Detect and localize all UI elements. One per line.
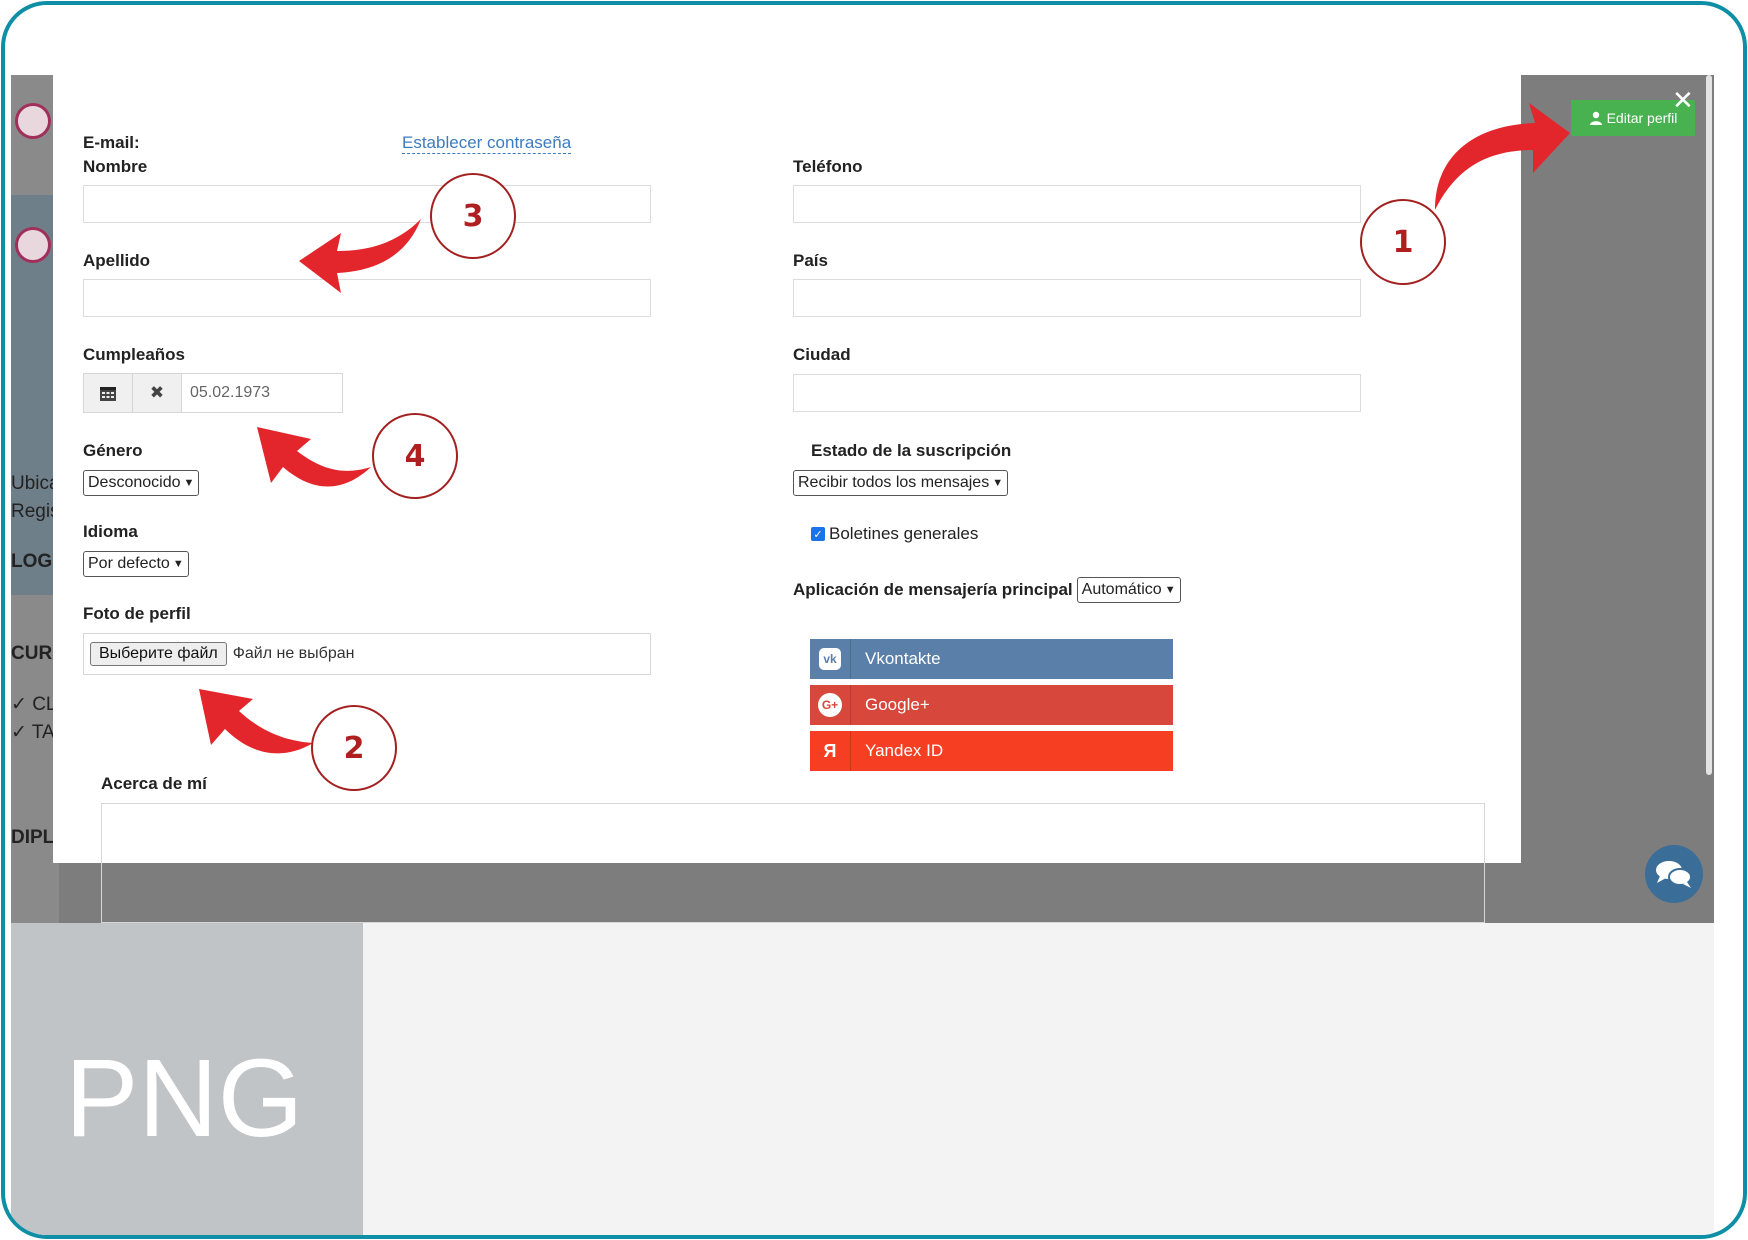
logo-icon [15, 103, 51, 139]
vk-icon: vk [810, 639, 851, 679]
idioma-select-value: Por defecto [88, 555, 170, 572]
mensajeria-label: Aplicación de mensajería principal [793, 580, 1073, 599]
annotation-arrow-icon [299, 219, 421, 293]
foto-label: Foto de perfil [83, 604, 191, 623]
chevron-down-icon: ▼ [172, 558, 184, 570]
genero-select[interactable]: Desconocido ▼ [83, 470, 200, 496]
callout-number: 1 [1360, 199, 1446, 285]
chevron-down-icon: ▼ [992, 477, 1004, 489]
mensajeria-select-value: Automático [1081, 581, 1162, 598]
google-plus-icon: G+ [810, 685, 851, 725]
annotation-arrow-icon [1435, 103, 1570, 210]
yandex-label: Yandex ID [865, 741, 944, 760]
cumpleanos-label: Cumpleaños [83, 345, 186, 364]
annotation-arrow-icon [257, 427, 371, 487]
boletines-row: ✓ Boletines generales [811, 524, 978, 544]
telefono-label: Teléfono [793, 157, 863, 176]
frame: Ubicac Regist LOGR CURS ✓ CLA ✓ TAL DIPL… [1, 1, 1747, 1239]
annotation-arrow-icon [199, 689, 313, 754]
png-label: PNG [65, 1037, 304, 1160]
vkontakte-label: Vkontakte [865, 649, 941, 668]
apellido-label: Apellido [83, 251, 151, 270]
calendar-icon[interactable] [84, 374, 133, 412]
boletines-checkbox[interactable]: ✓ [811, 527, 825, 541]
pais-label: País [793, 251, 828, 270]
chat-icon [1656, 861, 1692, 888]
genero-label: Género [83, 441, 143, 460]
vkontakte-button[interactable]: vk Vkontakte [810, 639, 1173, 679]
scrollbar[interactable] [1706, 75, 1712, 775]
telefono-input[interactable] [793, 185, 1361, 223]
clear-date-icon[interactable]: ✖ [133, 374, 182, 412]
about-me-textarea[interactable] [101, 803, 1485, 923]
set-password-link[interactable]: Establecer contraseña [402, 133, 572, 154]
callout-number: 3 [430, 173, 516, 259]
email-label: E-mail: [83, 133, 140, 152]
yandex-button[interactable]: Я Yandex ID [810, 731, 1173, 771]
chat-button[interactable] [1645, 845, 1703, 903]
chevron-down-icon: ▼ [183, 477, 195, 489]
idioma-select[interactable]: Por defecto ▼ [83, 551, 189, 577]
callout-number: 4 [372, 413, 458, 499]
boletines-label: Boletines generales [829, 524, 979, 543]
mensajeria-row: Aplicación de mensajería principal Autom… [793, 577, 1181, 603]
idioma-label: Idioma [83, 522, 138, 541]
nombre-label: Nombre [83, 157, 148, 176]
ciudad-input[interactable] [793, 374, 1361, 412]
google-plus-button[interactable]: G+ Google+ [810, 685, 1173, 725]
suscripcion-select[interactable]: Recibir todos los mensajes ▼ [793, 470, 1009, 496]
close-icon[interactable]: ✕ [1672, 85, 1694, 116]
yandex-icon: Я [810, 731, 851, 771]
user-icon [1589, 111, 1602, 125]
google-plus-label: Google+ [865, 695, 930, 714]
suscripcion-label: Estado de la suscripción [811, 441, 1012, 460]
acerca-label: Acerca de mí [101, 774, 207, 793]
suscripcion-select-value: Recibir todos los mensajes [798, 474, 990, 491]
callout-number: 2 [311, 705, 397, 791]
mensajeria-select[interactable]: Automático ▼ [1076, 577, 1181, 603]
choose-file-button[interactable]: Выберите файл [90, 642, 227, 666]
pais-input[interactable] [793, 279, 1361, 317]
genero-select-value: Desconocido [88, 474, 181, 491]
ciudad-label: Ciudad [793, 345, 851, 364]
file-status: Файл не выбран [232, 645, 355, 662]
chevron-down-icon: ▼ [1164, 584, 1176, 596]
birthday-field: ✖ 05.02.1973 [83, 373, 343, 413]
birthday-input[interactable]: 05.02.1973 [182, 374, 342, 412]
edit-profile-label: Editar perfil [1606, 110, 1678, 126]
profile-photo-field: Выберите файл Файл не выбран [83, 633, 651, 675]
logo-icon [15, 227, 51, 263]
